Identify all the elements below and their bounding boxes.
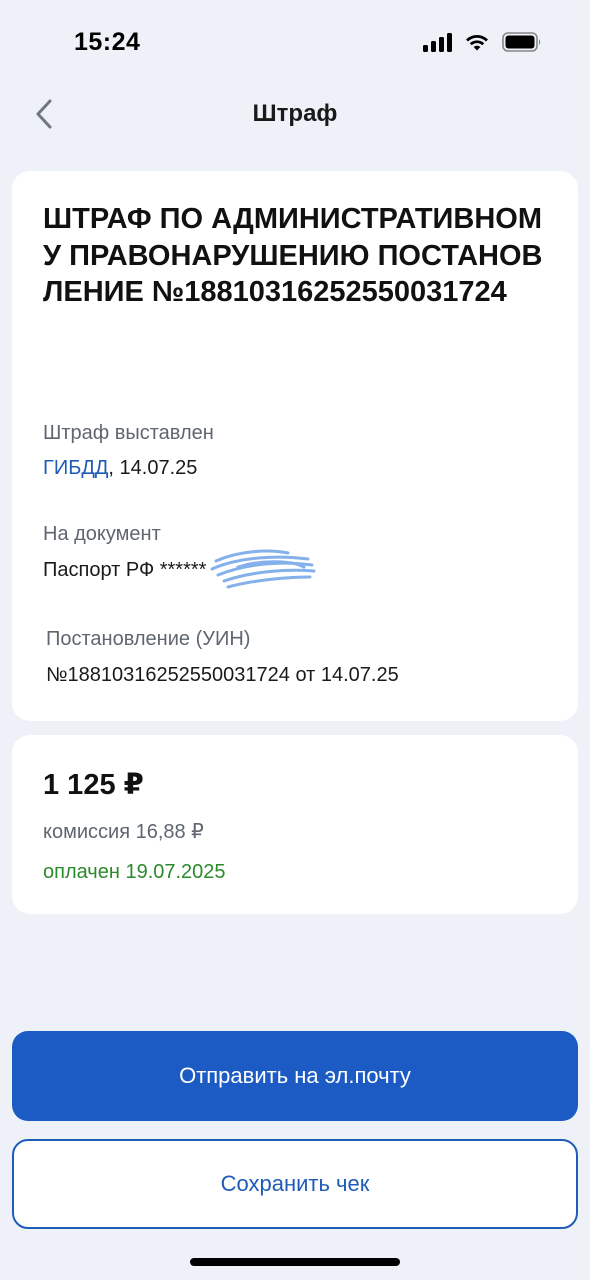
fine-amount: 1 125 ₽ — [43, 769, 144, 801]
payment-card: 1 125 ₽ комиссия 16,88 ₽ оплачен 19.07.2… — [12, 735, 578, 914]
issuer-link[interactable]: ГИБДД — [43, 457, 108, 479]
uin-label: Постановление (УИН) — [46, 628, 251, 650]
wifi-icon — [464, 32, 490, 52]
navigation-bar: Штраф — [0, 88, 590, 144]
fine-info-card: ШТРАФ ПО АДМИНИСТРАТИВНОМУ ПРАВОНАРУШЕНИ… — [12, 171, 578, 721]
status-icons — [423, 32, 542, 52]
status-time: 15:24 — [74, 28, 141, 56]
cellular-signal-icon — [423, 32, 452, 52]
issued-by-label: Штраф выставлен — [43, 422, 214, 444]
document-value: Паспорт РФ ****** — [43, 559, 207, 581]
page-title: Штраф — [252, 100, 338, 127]
payment-status: оплачен 19.07.2025 — [43, 861, 226, 883]
send-email-button[interactable]: Отправить на эл.почту — [12, 1031, 578, 1121]
fine-title: ШТРАФ ПО АДМИНИСТРАТИВНОМУ ПРАВОНАРУШЕНИ… — [43, 203, 543, 308]
battery-icon — [502, 32, 542, 52]
uin-value: №18810316252550031724 от 14.07.25 — [46, 664, 399, 686]
document-label: На документ — [43, 523, 161, 545]
commission-text: комиссия 16,88 ₽ — [43, 821, 204, 843]
redaction-scribble — [210, 549, 316, 589]
home-indicator[interactable] — [190, 1258, 400, 1266]
status-bar: 15:24 — [0, 0, 590, 88]
save-receipt-button[interactable]: Сохранить чек — [12, 1139, 578, 1229]
issued-date: , 14.07.25 — [108, 457, 198, 479]
issued-by-value: ГИБДД, 14.07.25 — [43, 457, 197, 480]
fine-details-screen: 15:24 Штраф ШТРАФ ПО АДМИНИСТРАТИВНОМУ П… — [0, 0, 590, 1280]
